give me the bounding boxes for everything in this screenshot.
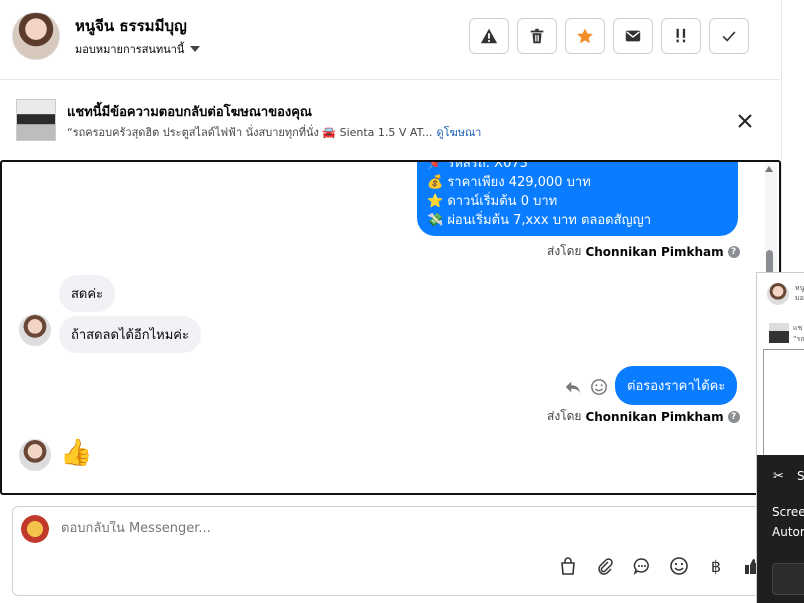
shopping-bag-icon — [561, 557, 575, 575]
incoming-message-bubble[interactable]: ถ้าสดลดได้อีกไหมค่ะ — [59, 316, 201, 353]
incoming-message-bubble[interactable]: สดค่ะ — [59, 275, 116, 312]
delete-button[interactable] — [517, 18, 557, 54]
contact-avatar-small — [19, 314, 51, 346]
sent-by-label: ส่งโดย Chonnikan Pimkham ? — [547, 407, 740, 426]
thumbs-up-message[interactable]: 👍 — [60, 438, 92, 468]
ad-banner-text: “รถครอบครัวสุดฮิต ประตูสไลด์ไฟฟ้า นั่งสบ… — [67, 123, 481, 141]
popup-sub: มอ — [795, 294, 804, 302]
ad-text-snippet: “รถครอบครัวสุดฮิต ประตูสไลด์ไฟฟ้า นั่งสบ… — [67, 126, 433, 139]
composer-tools: ฿ — [556, 554, 765, 578]
emoji-icon — [670, 557, 688, 575]
trash-icon — [530, 28, 544, 44]
page-avatar — [21, 515, 49, 543]
notification-title: Sn — [797, 469, 804, 483]
sender-name: Chonnikan Pimkham — [585, 244, 724, 259]
assign-dropdown[interactable]: มอบหมายการสนทนานี้ — [75, 40, 201, 58]
payment-button[interactable]: ฿ — [704, 554, 728, 578]
reply-composer: ฿ — [12, 506, 772, 596]
notification-text: Autor — [772, 525, 804, 539]
attach-button[interactable] — [593, 554, 617, 578]
contact-avatar-small — [19, 439, 51, 471]
shopping-bag-button[interactable] — [556, 554, 580, 578]
view-ad-link[interactable]: ดูโฆษณา — [437, 126, 482, 139]
notification-text: Scree — [772, 505, 804, 519]
sent-by-label: ส่งโดย Chonnikan Pimkham ? — [547, 242, 740, 261]
reply-icon[interactable] — [564, 378, 582, 396]
sent-by-prefix: ส่งโดย — [547, 244, 582, 258]
report-button[interactable] — [469, 18, 509, 54]
popup-thread — [763, 349, 804, 459]
message-line: ⭐ ดาวน์เริ่มต้น 0 บาท — [427, 194, 558, 209]
message-actions — [564, 378, 608, 396]
outgoing-message-bubble[interactable]: ต่อรองราคาได้คะ — [615, 366, 738, 405]
chat-bubble-icon — [633, 558, 649, 576]
popup-ad-thumbnail — [769, 323, 789, 343]
emoji-react-icon[interactable] — [590, 378, 608, 396]
check-icon — [722, 31, 736, 42]
mark-spam-button[interactable] — [661, 18, 701, 54]
close-icon[interactable] — [735, 111, 755, 131]
ad-reply-banner: แชทนี้มีข้อความตอบกลับต่อโฆษณาของคุณ “รถ… — [0, 81, 780, 159]
sent-by-prefix: ส่งโดย — [547, 409, 582, 423]
sender-name: Chonnikan Pimkham — [585, 409, 724, 424]
message-line: 💸 ผ่อนเริ่มต้น 7,xxx บาท ตลอดสัญญา — [427, 213, 652, 228]
mail-icon — [625, 30, 641, 42]
notification-button[interactable] — [772, 563, 804, 595]
mark-unread-button[interactable] — [613, 18, 653, 54]
contact-avatar[interactable] — [12, 12, 60, 60]
snipping-tool-icon: ✂ — [773, 469, 784, 484]
popup-ad-title: แช — [793, 324, 803, 332]
double-exclaim-icon — [676, 28, 686, 43]
paperclip-icon — [598, 558, 613, 575]
contact-name[interactable]: หนูจีน ธรรมมีบุญ — [75, 14, 187, 38]
star-icon — [577, 28, 593, 44]
popup-ad-text: “รถค — [793, 335, 804, 343]
mark-done-button[interactable] — [709, 18, 749, 54]
system-notification[interactable]: ✂ Sn Scree Autor — [757, 455, 804, 603]
message-thread[interactable]: 📌 รหัสรถ: X073 💰 ราคาเพียง 429,000 บาท ⭐… — [0, 160, 781, 495]
ad-thumbnail[interactable] — [16, 99, 56, 141]
reply-input[interactable] — [61, 521, 661, 536]
help-icon[interactable]: ? — [727, 410, 740, 423]
saved-replies-button[interactable] — [630, 554, 654, 578]
assign-label: มอบหมายการสนทนานี้ — [75, 43, 185, 56]
scroll-up-icon[interactable] — [765, 166, 773, 172]
message-line: 💰 ราคาเพียง 429,000 บาท — [427, 175, 591, 190]
emoji-button[interactable] — [667, 554, 691, 578]
star-button[interactable] — [565, 18, 605, 54]
conversation-header: หนูจีน ธรรมมีบุญ มอบหมายการสนทนานี้ — [0, 0, 780, 80]
popup-avatar — [767, 283, 789, 305]
message-line: 📌 รหัสรถ: X073 — [427, 160, 528, 171]
header-actions — [469, 18, 749, 54]
outgoing-message-bubble[interactable]: 📌 รหัสรถ: X073 💰 ราคาเพียง 429,000 บาท ⭐… — [417, 160, 738, 236]
ad-banner-title: แชทนี้มีข้อความตอบกลับต่อโฆษณาของคุณ — [67, 105, 312, 120]
help-icon[interactable]: ? — [727, 245, 740, 258]
baht-icon: ฿ — [710, 556, 722, 576]
warning-icon — [480, 28, 498, 44]
chevron-down-icon — [190, 46, 201, 52]
